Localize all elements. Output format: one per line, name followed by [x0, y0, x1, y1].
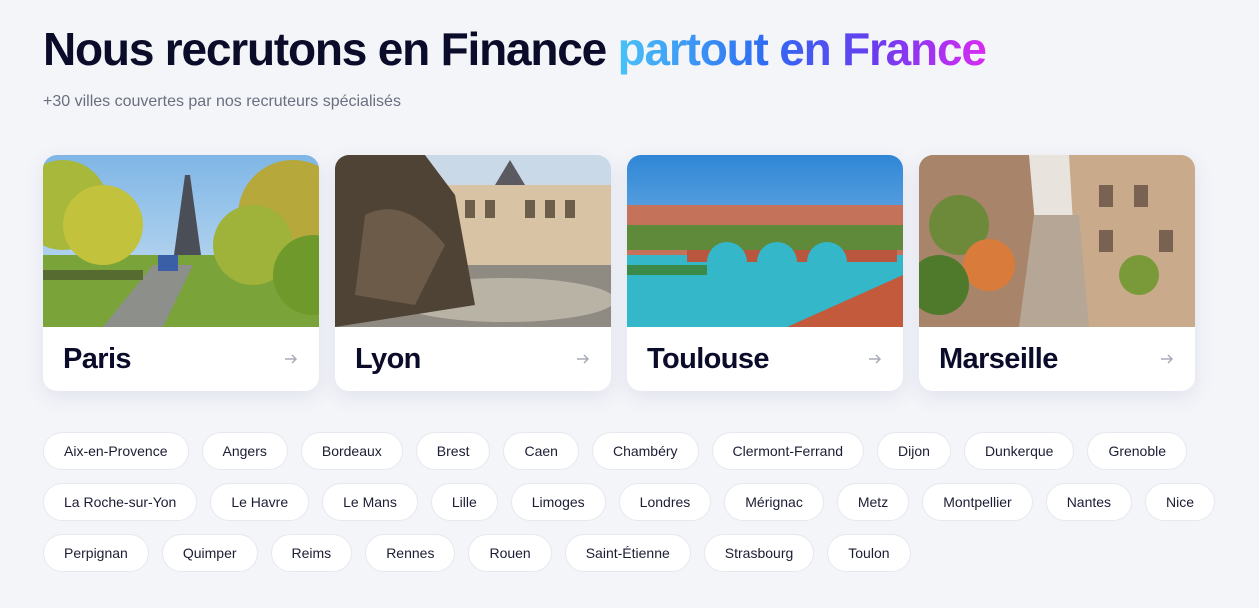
page: Nous recrutons en Finance partout en Fra… — [0, 0, 1259, 608]
page-title: Nous recrutons en Finance partout en Fra… — [43, 22, 987, 76]
city-chip[interactable]: Le Mans — [322, 483, 418, 521]
title-accent: partout en France — [617, 23, 987, 75]
city-chip[interactable]: Saint-Étienne — [564, 534, 691, 572]
city-chip[interactable]: Chambéry — [591, 432, 699, 470]
city-chip[interactable]: Rouen — [468, 534, 552, 572]
city-chip[interactable]: Grenoble — [1087, 432, 1188, 470]
city-card-marseille[interactable]: Marseille — [919, 155, 1195, 391]
city-card-toulouse[interactable]: Toulouse — [627, 155, 903, 391]
city-card-name: Toulouse — [647, 342, 770, 375]
toulouse-photo — [627, 155, 903, 327]
city-chip[interactable]: Perpignan — [43, 534, 149, 572]
arrow-right-icon — [1161, 354, 1174, 364]
city-chip[interactable]: Mérignac — [724, 483, 824, 521]
city-chip[interactable]: Toulon — [827, 534, 911, 572]
city-chip[interactable]: Montpellier — [922, 483, 1033, 521]
lyon-photo — [335, 155, 611, 327]
city-chip[interactable]: Nantes — [1045, 483, 1133, 521]
city-chip[interactable]: Quimper — [161, 534, 258, 572]
city-chip[interactable]: Londres — [618, 483, 712, 521]
arrow-right-icon — [285, 354, 298, 364]
city-chip[interactable]: Le Havre — [210, 483, 310, 521]
title-plain: Nous recrutons en Finance — [43, 23, 607, 75]
city-chip[interactable]: Brest — [415, 432, 491, 470]
chip-row: La Roche-sur-Yon Le Havre Le Mans Lille … — [43, 483, 1223, 521]
chip-row: Aix-en-Provence Angers Bordeaux Brest Ca… — [43, 432, 1223, 470]
city-chip[interactable]: Bordeaux — [300, 432, 403, 470]
page-subtitle: +30 villes couvertes par nos recruteurs … — [43, 93, 401, 110]
city-chip[interactable]: Metz — [836, 483, 910, 521]
city-chip[interactable]: Nice — [1145, 483, 1216, 521]
paris-photo — [43, 155, 319, 327]
arrow-right-icon — [577, 354, 590, 364]
city-card-paris[interactable]: Paris — [43, 155, 319, 391]
chip-row: Perpignan Quimper Reims Rennes Rouen Sai… — [43, 534, 1223, 572]
city-chip[interactable]: Aix-en-Provence — [43, 432, 189, 470]
city-chip[interactable]: Caen — [503, 432, 579, 470]
city-chip[interactable]: Dunkerque — [963, 432, 1075, 470]
city-card-name: Paris — [63, 342, 132, 375]
city-chip[interactable]: Reims — [270, 534, 353, 572]
city-card-name: Lyon — [355, 342, 421, 375]
city-chip[interactable]: Lille — [430, 483, 498, 521]
city-card-name: Marseille — [939, 342, 1058, 375]
city-chip[interactable]: La Roche-sur-Yon — [43, 483, 198, 521]
arrow-right-icon — [869, 354, 882, 364]
city-chip-list: Aix-en-Provence Angers Bordeaux Brest Ca… — [43, 432, 1223, 585]
city-chip[interactable]: Strasbourg — [703, 534, 815, 572]
featured-cities: Paris Lyon Toulouse Marseille — [43, 155, 1195, 391]
city-chip[interactable]: Clermont-Ferrand — [711, 432, 865, 470]
city-chip[interactable]: Rennes — [365, 534, 456, 572]
city-chip[interactable]: Angers — [201, 432, 288, 470]
city-card-lyon[interactable]: Lyon — [335, 155, 611, 391]
city-chip[interactable]: Dijon — [877, 432, 951, 470]
city-chip[interactable]: Limoges — [510, 483, 606, 521]
marseille-photo — [919, 155, 1195, 327]
